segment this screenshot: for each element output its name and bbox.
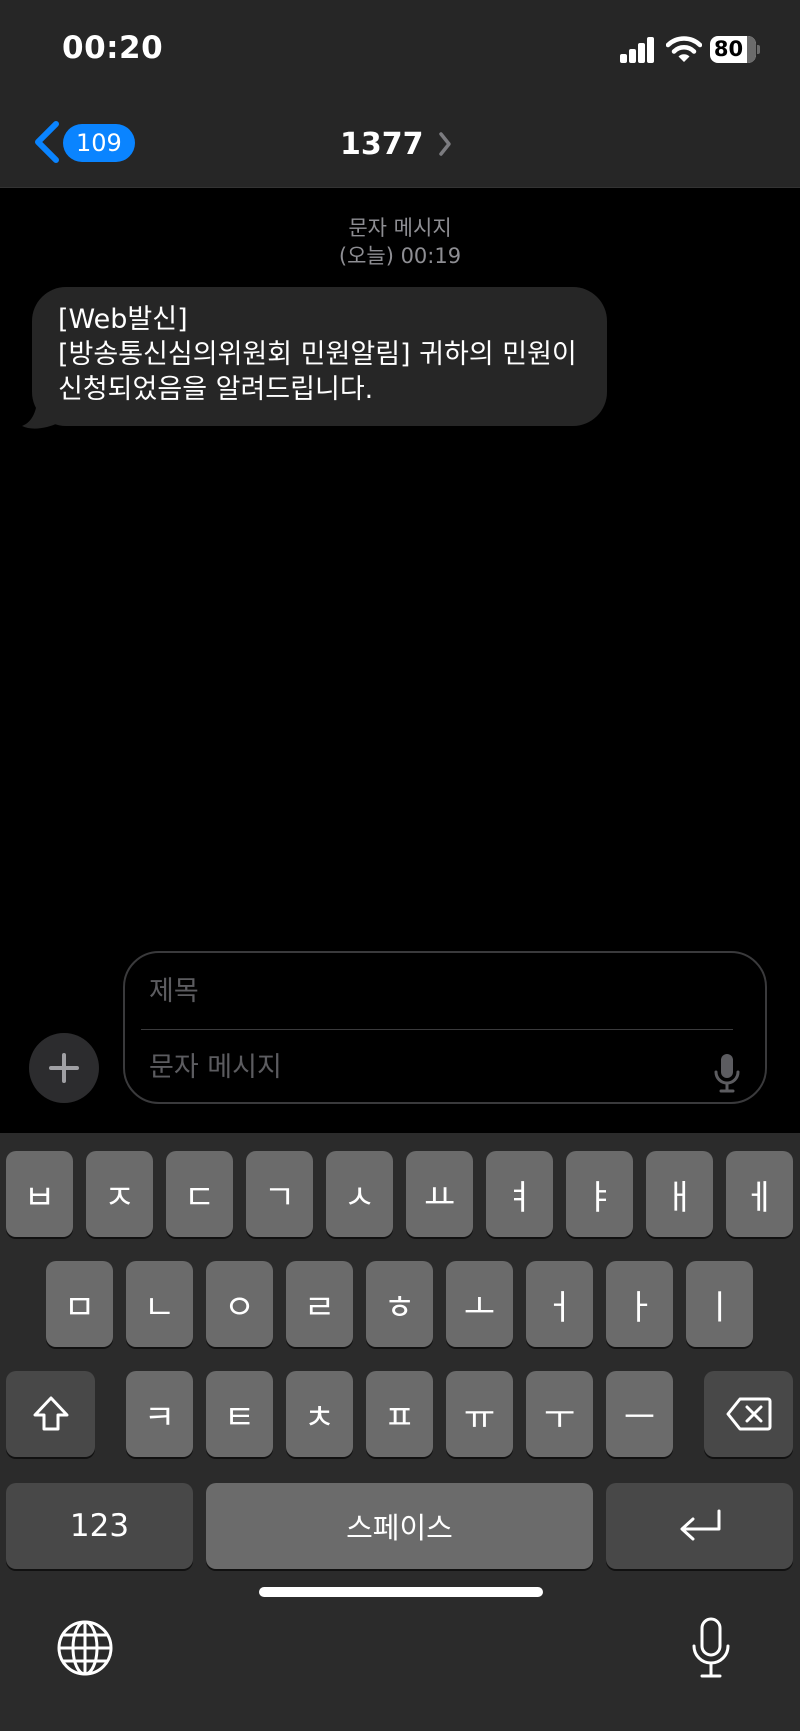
message-timestamp: 문자 메시지 (오늘) 00:19 [0, 214, 800, 270]
message-type-label: 문자 메시지 [348, 216, 452, 240]
status-time: 00:20 [62, 30, 164, 66]
return-icon [680, 1509, 720, 1541]
bubble-tail [22, 388, 58, 429]
back-chevron-icon[interactable] [32, 120, 62, 164]
delete-key[interactable] [704, 1371, 793, 1457]
message-time-label: (오늘) 00:19 [338, 244, 462, 268]
key[interactable]: ㅡ [606, 1371, 673, 1457]
add-attachment-button[interactable] [29, 1033, 99, 1103]
key[interactable]: ㅣ [686, 1261, 753, 1347]
incoming-message-bubble[interactable]: [Web발신] [방송통신심의위원회 민원알림] 귀하의 민원이 신청되었음을 … [32, 287, 607, 426]
message-line: [방송통신심의위원회 민원알림] 귀하의 민원이 [58, 339, 577, 370]
globe-icon[interactable] [56, 1619, 114, 1677]
status-bar: 00:20 80 [0, 0, 800, 100]
subject-input[interactable] [125, 953, 765, 1029]
key[interactable]: ㅂ [6, 1151, 73, 1237]
key[interactable]: ㅓ [526, 1261, 593, 1347]
key[interactable]: ㅏ [606, 1261, 673, 1347]
message-line: [Web발신] [58, 304, 188, 335]
shift-key[interactable] [6, 1371, 95, 1457]
key[interactable]: ㅗ [446, 1261, 513, 1347]
home-indicator[interactable] [259, 1587, 543, 1597]
return-key[interactable] [606, 1483, 793, 1569]
wifi-icon [666, 36, 702, 62]
key[interactable]: ㅠ [446, 1371, 513, 1457]
key[interactable]: ㄱ [246, 1151, 313, 1237]
shift-icon [33, 1396, 68, 1431]
message-input[interactable] [125, 1030, 685, 1104]
key[interactable]: ㅁ [46, 1261, 113, 1347]
chevron-right-icon [438, 132, 451, 156]
numbers-key[interactable]: 123 [6, 1483, 193, 1569]
key[interactable]: ㅋ [126, 1371, 193, 1457]
contact-name: 1377 [340, 126, 424, 162]
key[interactable]: ㅈ [86, 1151, 153, 1237]
key[interactable]: ㅌ [206, 1371, 273, 1457]
key[interactable]: ㅊ [286, 1371, 353, 1457]
key[interactable]: ㅑ [566, 1151, 633, 1237]
plus-icon [49, 1053, 79, 1083]
korean-keyboard: ㅂ ㅈ ㄷ ㄱ ㅅ ㅛ ㅕ ㅑ ㅐ ㅔ ㅁ ㄴ ㅇ ㄹ ㅎ ㅗ ㅓ ㅏ ㅣ ㅋ … [0, 1133, 800, 1731]
conversation-header: 109 1377 [0, 100, 800, 188]
key[interactable]: ㅎ [366, 1261, 433, 1347]
cellular-signal-icon [620, 37, 656, 63]
key[interactable]: ㅛ [406, 1151, 473, 1237]
key[interactable]: ㄹ [286, 1261, 353, 1347]
key[interactable]: ㅅ [326, 1151, 393, 1237]
contact-title-button[interactable]: 1377 [340, 122, 452, 166]
key[interactable]: ㅜ [526, 1371, 593, 1457]
key[interactable]: ㅍ [366, 1371, 433, 1457]
battery-icon: 80 [710, 36, 760, 63]
message-composer [123, 951, 767, 1104]
space-key[interactable]: 스페이스 [206, 1483, 593, 1569]
message-line: 신청되었음을 알려드립니다. [58, 374, 374, 405]
microphone-icon[interactable] [712, 1052, 742, 1094]
key[interactable]: ㄷ [166, 1151, 233, 1237]
dictation-microphone-icon[interactable] [690, 1616, 732, 1680]
back-unread-badge[interactable]: 109 [63, 124, 135, 162]
key[interactable]: ㅕ [486, 1151, 553, 1237]
key[interactable]: ㅐ [646, 1151, 713, 1237]
key[interactable]: ㄴ [126, 1261, 193, 1347]
backspace-icon [726, 1397, 771, 1431]
key[interactable]: ㅔ [726, 1151, 793, 1237]
battery-level: 80 [713, 37, 744, 61]
key[interactable]: ㅇ [206, 1261, 273, 1347]
